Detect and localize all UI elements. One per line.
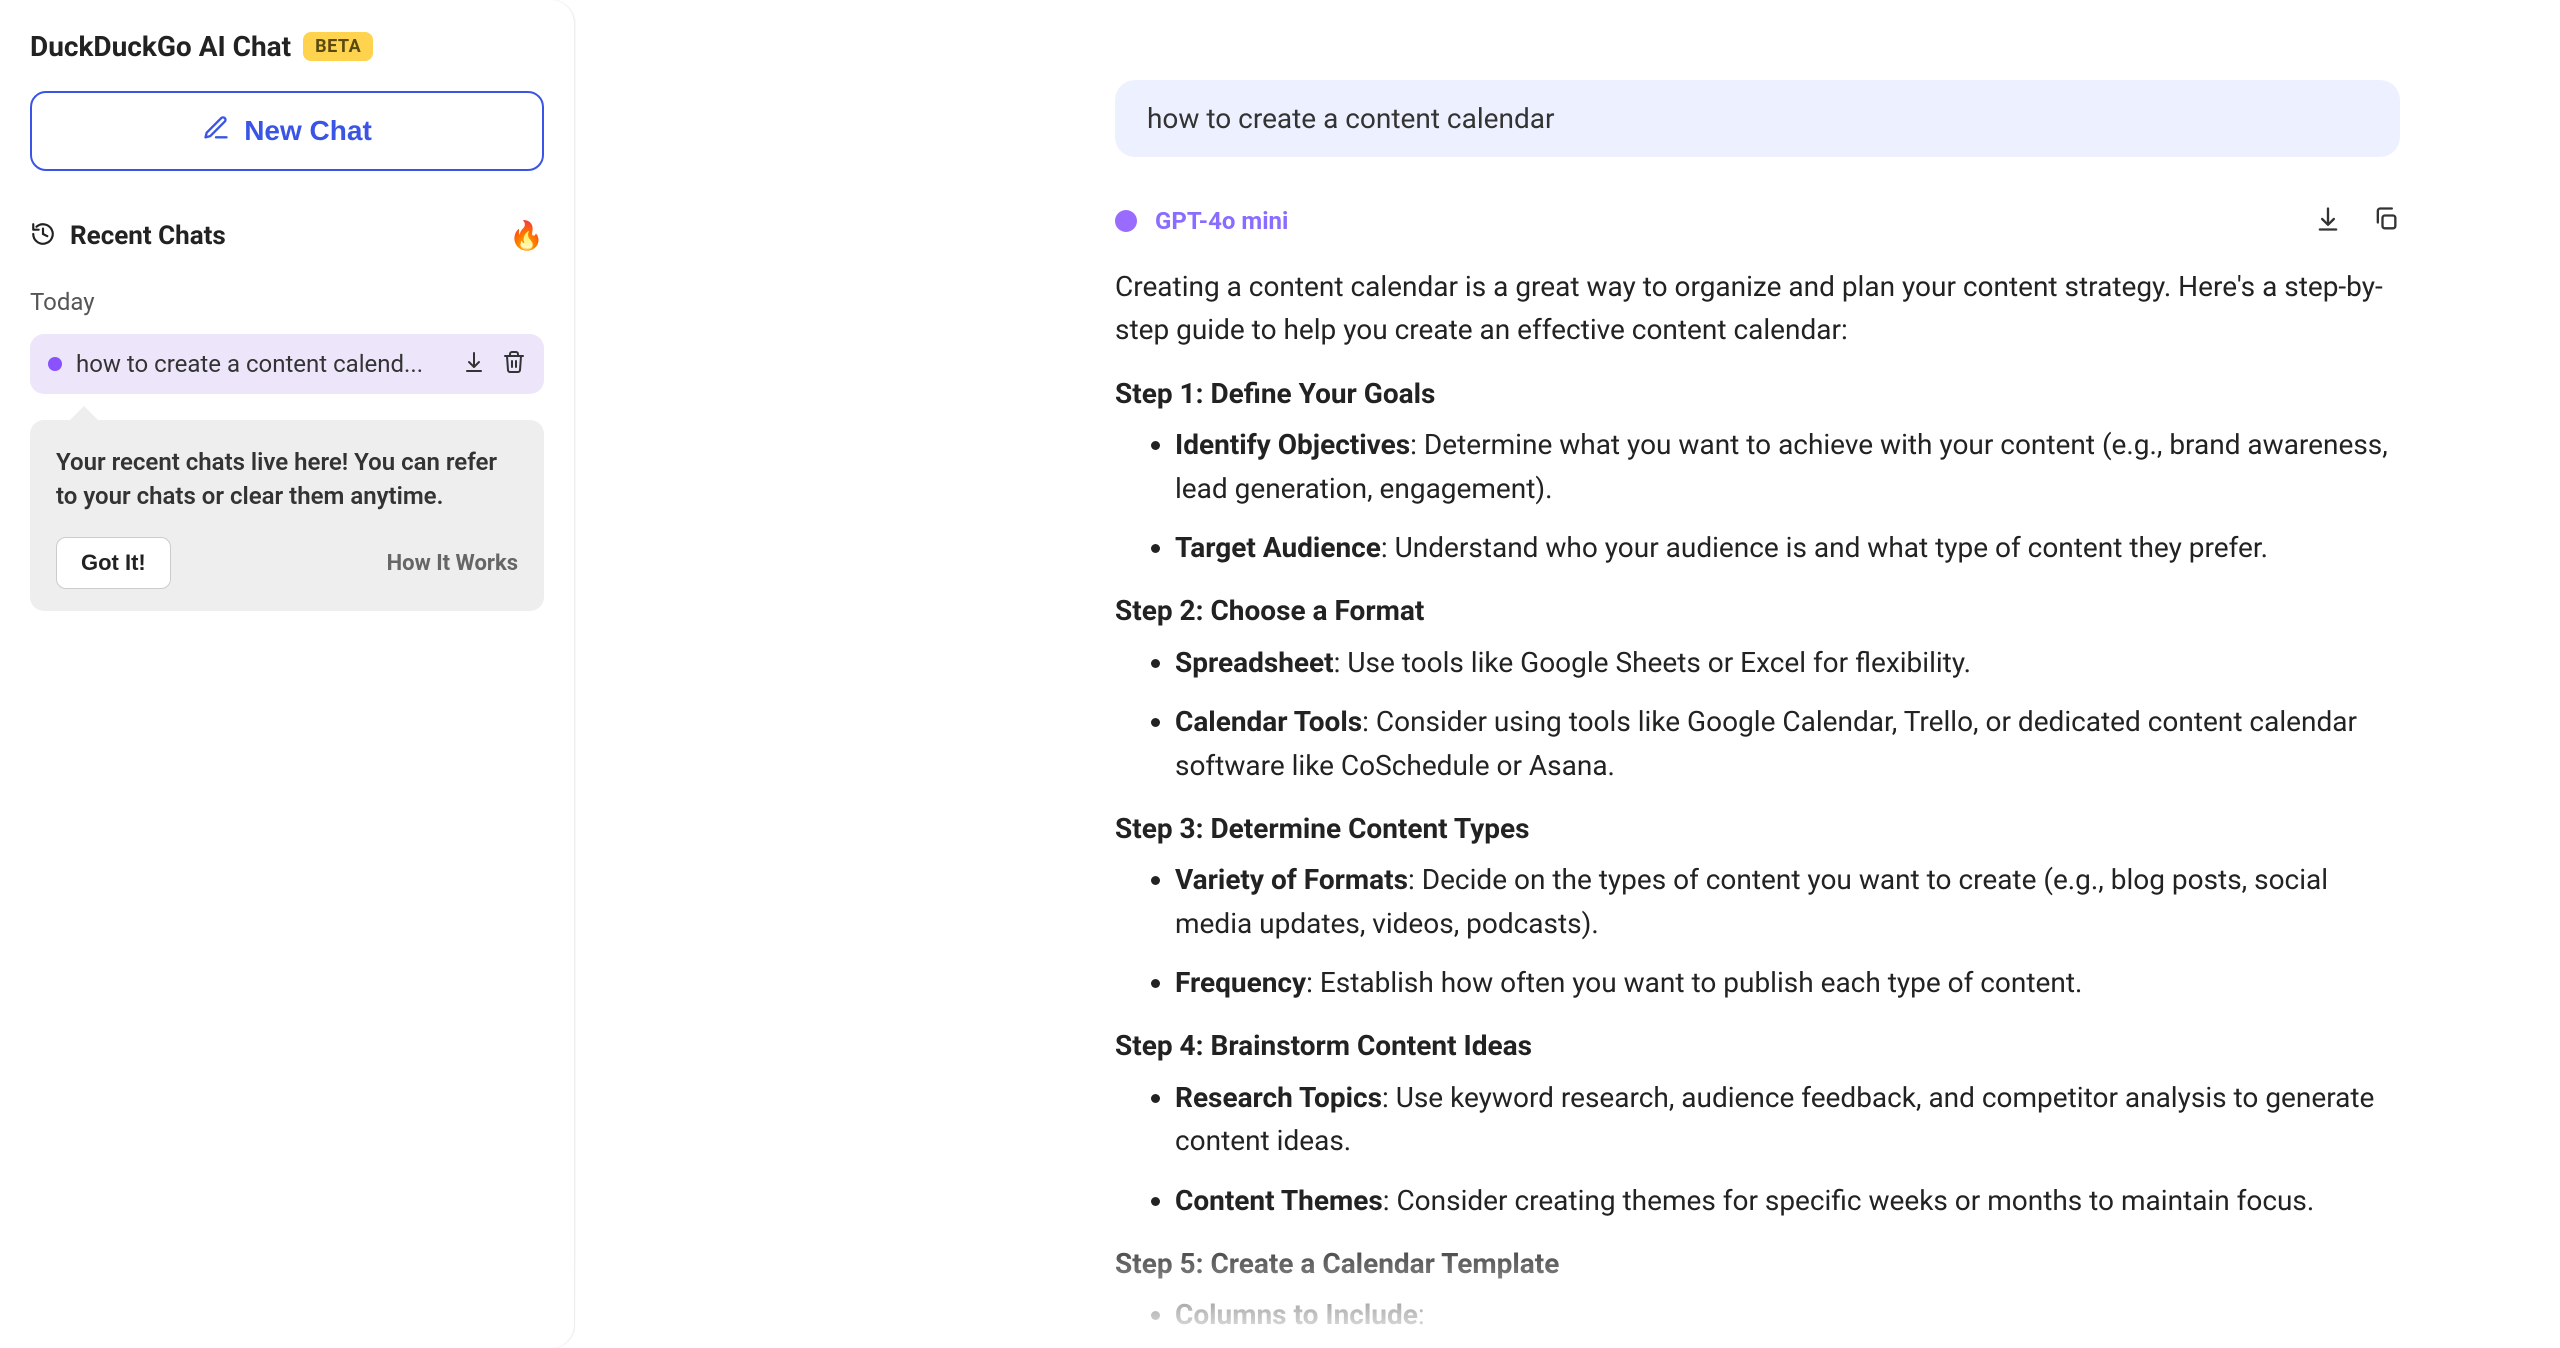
download-icon[interactable] (2314, 205, 2342, 237)
list-item: Research Topics: Use keyword research, a… (1175, 1076, 2400, 1163)
chat-item-title: how to create a content calend... (76, 350, 448, 378)
got-it-button[interactable]: Got It! (56, 537, 171, 589)
sidebar: DuckDuckGo AI Chat BETA New Chat Recent … (0, 0, 575, 1348)
list-item: Frequency: Establish how often you want … (1175, 961, 2400, 1004)
recent-chats-header: Recent Chats 🔥 (30, 219, 544, 252)
step-list: Columns to Include: (1115, 1293, 2400, 1336)
info-card-text: Your recent chats live here! You can ref… (56, 446, 518, 513)
list-item: Content Themes: Consider creating themes… (1175, 1179, 2400, 1222)
step-list: Variety of Formats: Decide on the types … (1115, 858, 2400, 1004)
step-list: Research Topics: Use keyword research, a… (1115, 1076, 2400, 1222)
beta-badge: BETA (303, 32, 373, 61)
assistant-header: GPT-4o mini (1115, 205, 2400, 237)
chat-item[interactable]: how to create a content calend... (30, 334, 544, 394)
response-intro: Creating a content calendar is a great w… (1115, 265, 2400, 352)
info-card: Your recent chats live here! You can ref… (30, 420, 544, 611)
model-name: GPT-4o mini (1155, 207, 1288, 235)
new-chat-button[interactable]: New Chat (30, 91, 544, 171)
step-list: Identify Objectives: Determine what you … (1115, 423, 2400, 569)
how-it-works-link[interactable]: How It Works (387, 551, 518, 576)
model-dot-icon (48, 357, 62, 371)
assistant-response: Creating a content calendar is a great w… (1115, 265, 2400, 1337)
step-heading: Step 5: Create a Calendar Template (1115, 1242, 2400, 1285)
step-heading: Step 4: Brainstorm Content Ideas (1115, 1024, 2400, 1067)
list-item: Target Audience: Understand who your aud… (1175, 526, 2400, 569)
brand-row: DuckDuckGo AI Chat BETA (30, 30, 544, 63)
pencil-icon (202, 114, 230, 149)
list-item: Variety of Formats: Decide on the types … (1175, 858, 2400, 945)
user-message: how to create a content calendar (1115, 80, 2400, 157)
step-list: Spreadsheet: Use tools like Google Sheet… (1115, 641, 2400, 787)
step-heading: Step 3: Determine Content Types (1115, 807, 2400, 850)
recent-chats-title: Recent Chats (70, 221, 226, 251)
brand-title: DuckDuckGo AI Chat (30, 30, 291, 63)
trash-icon[interactable] (502, 350, 526, 378)
download-icon[interactable] (462, 350, 486, 378)
list-item: Spreadsheet: Use tools like Google Sheet… (1175, 641, 2400, 684)
step-heading: Step 2: Choose a Format (1115, 589, 2400, 632)
step-heading: Step 1: Define Your Goals (1115, 372, 2400, 415)
copy-icon[interactable] (2372, 205, 2400, 237)
list-item: Calendar Tools: Consider using tools lik… (1175, 700, 2400, 787)
fire-icon[interactable]: 🔥 (509, 219, 544, 252)
list-item: Identify Objectives: Determine what you … (1175, 423, 2400, 510)
history-icon (30, 221, 56, 251)
new-chat-label: New Chat (244, 115, 372, 147)
model-dot-icon (1115, 210, 1137, 232)
main-content: how to create a content calendar GPT-4o … (575, 0, 2560, 1348)
list-item: Columns to Include: (1175, 1293, 2400, 1336)
today-label: Today (30, 288, 544, 316)
